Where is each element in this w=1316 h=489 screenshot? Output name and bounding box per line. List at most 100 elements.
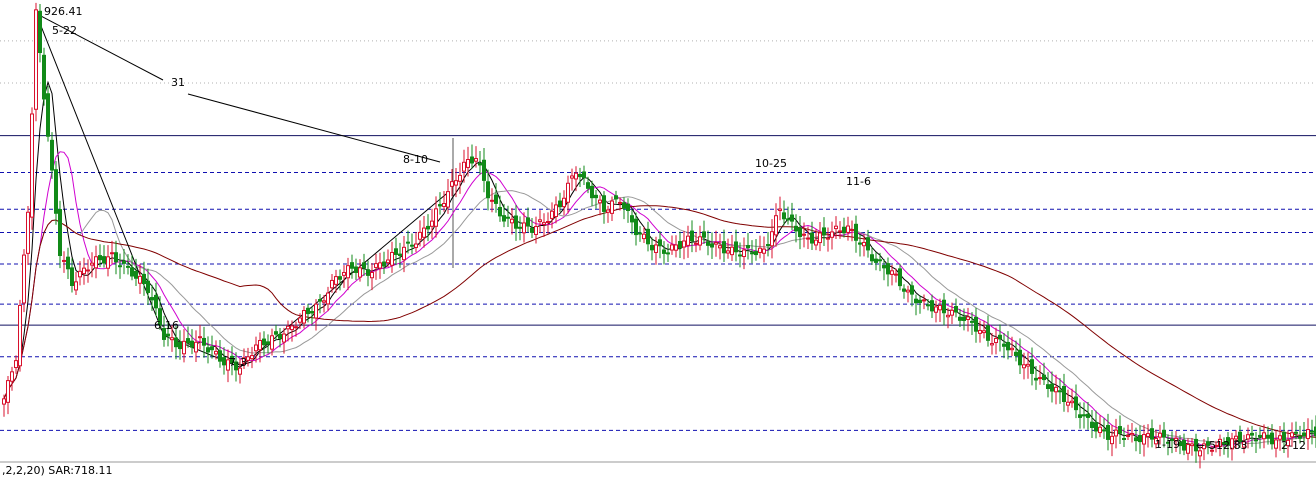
candle-body <box>422 227 426 238</box>
candle-body <box>798 227 802 238</box>
candle-body <box>790 214 794 222</box>
candle-body <box>930 300 934 312</box>
candle-body <box>714 242 718 245</box>
candle-body <box>498 206 502 217</box>
candle-body <box>1074 396 1078 411</box>
candle-body <box>802 233 806 236</box>
candle-body <box>594 194 598 199</box>
candle-body <box>378 262 382 269</box>
candle-body <box>394 248 398 255</box>
sar-indicator-label: ,2,2,20) SAR:718.11 <box>2 464 113 477</box>
candle-body <box>822 227 826 236</box>
candle-body <box>574 172 578 180</box>
candle-body <box>114 252 118 263</box>
candle-body <box>70 267 74 286</box>
candle-body <box>1262 432 1266 440</box>
low-arrow-label: ← <box>1196 439 1205 452</box>
candle-body <box>1150 428 1154 440</box>
candle-body <box>866 237 870 251</box>
candle-body <box>258 339 262 351</box>
candle-body <box>210 346 214 351</box>
candle-body <box>178 342 182 350</box>
candle-body <box>1134 437 1138 442</box>
candle-body <box>50 139 54 171</box>
candle-body <box>786 218 790 221</box>
candle-body <box>1250 432 1254 436</box>
candle-body <box>270 335 274 350</box>
candle-body <box>430 220 434 227</box>
candle-body <box>1126 434 1130 437</box>
candle-body <box>482 159 486 181</box>
candle-body <box>1186 444 1190 454</box>
candle-body <box>366 269 370 276</box>
candle-body <box>846 225 850 233</box>
candle-body <box>1302 432 1306 437</box>
long-trendline-b <box>187 93 441 163</box>
candle-body <box>1006 341 1010 351</box>
candle-body <box>14 360 18 369</box>
candle-body <box>374 263 378 268</box>
candle-body <box>102 256 106 264</box>
candle-body <box>1022 364 1026 369</box>
candle-body <box>1102 429 1106 432</box>
candle-body <box>282 333 286 343</box>
candle-body <box>478 162 482 166</box>
candle-body <box>358 267 362 278</box>
candle-body <box>1306 429 1310 439</box>
candle-body <box>562 197 566 208</box>
candle-body <box>1014 351 1018 356</box>
candle-body <box>506 216 510 219</box>
candle-body <box>442 203 446 207</box>
candle-body <box>402 246 406 261</box>
candle-body <box>314 303 318 319</box>
candle-body <box>926 304 930 307</box>
chart-labels: 926.41 5-22 31 6-16 7-3 8-10 10-25 11-6 … <box>44 5 1306 452</box>
candle-body <box>774 215 778 236</box>
date-label-8-10: 8-10 <box>403 153 428 166</box>
candle-body <box>466 159 470 168</box>
candle-body <box>426 225 430 230</box>
candle-body <box>1010 347 1014 351</box>
candle-body <box>462 161 466 172</box>
candle-body <box>758 247 762 253</box>
candle-body <box>818 232 822 244</box>
candle-body <box>730 246 734 256</box>
candle-body <box>42 54 46 100</box>
candle-body <box>550 210 554 219</box>
candle-body <box>122 260 126 264</box>
candle-body <box>762 248 766 254</box>
candle-body <box>650 244 654 251</box>
candle-body <box>990 343 994 346</box>
candle-body <box>1110 435 1114 445</box>
candle-body <box>266 341 270 345</box>
candle-body <box>170 337 174 341</box>
candle-body <box>534 226 538 235</box>
candle-body <box>634 218 638 236</box>
date-label-7-3: 7-3 <box>229 356 247 369</box>
date-label-2-12: 2-12 <box>1281 439 1306 452</box>
candle-body <box>778 208 782 211</box>
candle-body <box>806 237 810 240</box>
candle-body <box>302 310 306 324</box>
candle-body <box>1034 377 1038 381</box>
candle-body <box>418 231 422 240</box>
candle-body <box>458 174 462 182</box>
candle-body <box>310 311 314 314</box>
candle-body <box>146 280 150 293</box>
candle-body <box>90 262 94 266</box>
candle-body <box>834 225 838 230</box>
candle-body <box>222 357 226 366</box>
candle-body <box>118 265 122 268</box>
candle-body <box>398 253 402 257</box>
candle-body <box>62 259 66 262</box>
candle-body <box>342 272 346 276</box>
candle-body <box>766 244 770 247</box>
candle-body <box>698 236 702 246</box>
candle-body <box>754 251 758 256</box>
candle-body <box>202 337 206 346</box>
candle-body <box>218 350 222 362</box>
candle-body <box>182 340 186 355</box>
candle-body <box>582 171 586 179</box>
candle-body <box>1098 426 1102 434</box>
candle-body <box>438 204 442 207</box>
